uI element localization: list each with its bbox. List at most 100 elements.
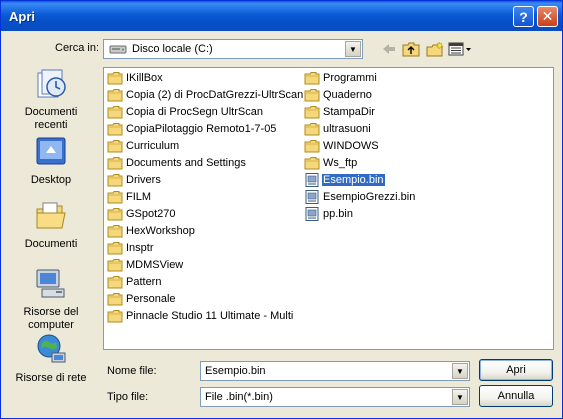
file-name-value[interactable]: Esempio.bin (205, 365, 266, 377)
folder-item[interactable]: Copia di ProcSegn UltrScan (107, 104, 264, 120)
folder-item[interactable]: Quaderno (304, 87, 373, 103)
help-button[interactable]: ? (513, 6, 534, 27)
folder-item[interactable]: Pinnacle Studio 11 Ultimate - Multi (107, 308, 294, 324)
place-label: Documenti (24, 238, 78, 250)
back-icon (383, 44, 395, 54)
folder-icon (304, 123, 320, 136)
item-name: StampaDir (323, 106, 375, 118)
folder-item[interactable]: IKillBox (107, 70, 164, 86)
cancel-button[interactable]: Annulla (479, 385, 553, 407)
place-desktop[interactable]: Desktop (7, 135, 95, 187)
look-in-dropdown[interactable]: Disco locale (C:) ▼ (103, 39, 363, 59)
file-name-label: Nome file: (107, 365, 157, 377)
item-name: Programmi (323, 72, 377, 84)
item-name: Esempio.bin (322, 174, 385, 186)
folder-item[interactable]: Copia (2) di ProcDatGrezzi-UltrScan (107, 87, 304, 103)
item-name: Quaderno (323, 89, 372, 101)
folder-icon (107, 106, 123, 119)
folder-icon (107, 89, 123, 102)
folder-item[interactable]: MDMSView (107, 257, 184, 273)
folder-icon (107, 242, 123, 255)
folder-icon (304, 106, 320, 119)
item-name: ultrasuoni (323, 123, 371, 135)
file-list[interactable]: IKillBox Copia (2) di ProcDatGrezzi-UltrS… (103, 67, 554, 350)
folder-icon (107, 276, 123, 289)
file-type-dropdown[interactable]: File .bin(*.bin) ▼ (200, 387, 470, 407)
item-name: Copia (2) di ProcDatGrezzi-UltrScan (126, 89, 304, 101)
folder-item[interactable]: Insptr (107, 240, 155, 256)
file-type-value: File .bin(*.bin) (205, 391, 273, 403)
folder-icon (107, 293, 123, 306)
view-menu-button[interactable] (447, 39, 473, 59)
new-folder-icon (426, 41, 444, 57)
folder-item[interactable]: Drivers (107, 172, 162, 188)
item-name: Ws_ftp (323, 157, 358, 169)
place-my-computer[interactable]: Risorse del computer (7, 267, 95, 332)
item-name: Pinnacle Studio 11 Ultimate - Multi (126, 310, 294, 322)
chevron-down-icon[interactable]: ▼ (345, 41, 361, 57)
folder-icon (107, 174, 123, 187)
folder-icon (107, 310, 123, 323)
item-name: Insptr (126, 242, 154, 254)
desktop-icon (36, 137, 66, 165)
file-item[interactable]: EsempioGrezzi.bin (304, 189, 416, 205)
place-recent-documents[interactable]: Documenti recenti (7, 67, 95, 132)
local-disk-icon (109, 45, 127, 54)
folder-icon (107, 259, 123, 272)
title-bar[interactable]: Apri ? ✕ (1, 1, 562, 31)
place-label: Risorse del computer (23, 306, 79, 331)
file-name-input[interactable]: Esempio.bin ▼ (200, 361, 470, 381)
folder-icon (304, 157, 320, 170)
new-folder-button[interactable] (425, 39, 445, 59)
item-name: MDMSView (126, 259, 184, 271)
folder-item[interactable]: CopiaPilotaggio Remoto1-7-05 (107, 121, 277, 137)
folder-item[interactable]: GSpot270 (107, 206, 177, 222)
bin-file-icon (305, 173, 319, 187)
file-item[interactable]: Esempio.bin (304, 172, 385, 188)
folder-item[interactable]: Programmi (304, 70, 378, 86)
folder-icon (107, 157, 123, 170)
folder-item[interactable]: ultrasuoni (304, 121, 372, 137)
chevron-down-icon[interactable]: ▼ (452, 363, 468, 379)
folder-item[interactable]: Pattern (107, 274, 162, 290)
dialog-title: Apri (9, 9, 35, 24)
file-item[interactable]: pp.bin (304, 206, 354, 222)
item-name: CopiaPilotaggio Remoto1-7-05 (126, 123, 277, 135)
place-network[interactable]: Risorse di rete (7, 333, 95, 385)
place-label: Risorse di rete (15, 372, 87, 384)
bin-file-icon (305, 207, 319, 221)
folder-item[interactable]: HexWorkshop (107, 223, 196, 239)
back-button[interactable] (379, 39, 399, 59)
folder-icon (107, 72, 123, 85)
recent-documents-icon (37, 69, 66, 98)
folder-item[interactable]: Ws_ftp (304, 155, 358, 171)
close-button[interactable]: ✕ (537, 6, 558, 27)
item-name: WINDOWS (323, 140, 379, 152)
folder-icon (304, 140, 320, 153)
open-button[interactable]: Apri (479, 359, 553, 381)
folder-item[interactable]: FILM (107, 189, 152, 205)
folder-item[interactable]: StampaDir (304, 104, 376, 120)
chevron-down-icon[interactable]: ▼ (452, 389, 468, 405)
close-icon: ✕ (541, 8, 554, 24)
up-folder-icon (402, 42, 420, 57)
item-name: IKillBox (126, 72, 163, 84)
item-name: Curriculum (126, 140, 180, 152)
folder-item[interactable]: Documents and Settings (107, 155, 247, 171)
file-type-label: Tipo file: (107, 391, 149, 403)
folder-item[interactable]: Curriculum (107, 138, 180, 154)
folder-icon (107, 208, 123, 221)
folder-item[interactable]: Personale (107, 291, 177, 307)
help-icon: ? (519, 8, 528, 25)
up-folder-button[interactable] (401, 39, 421, 59)
item-name: pp.bin (323, 208, 353, 220)
folder-icon (107, 191, 123, 204)
folder-icon (107, 123, 123, 136)
folder-icon (107, 225, 123, 238)
view-menu-icon (448, 42, 471, 56)
places-bar: Documenti recenti Desktop Documenti Riso… (7, 67, 95, 384)
place-my-documents[interactable]: Documenti (7, 199, 95, 251)
folder-item[interactable]: WINDOWS (304, 138, 380, 154)
folder-icon (304, 72, 320, 85)
bin-file-icon (305, 190, 319, 204)
